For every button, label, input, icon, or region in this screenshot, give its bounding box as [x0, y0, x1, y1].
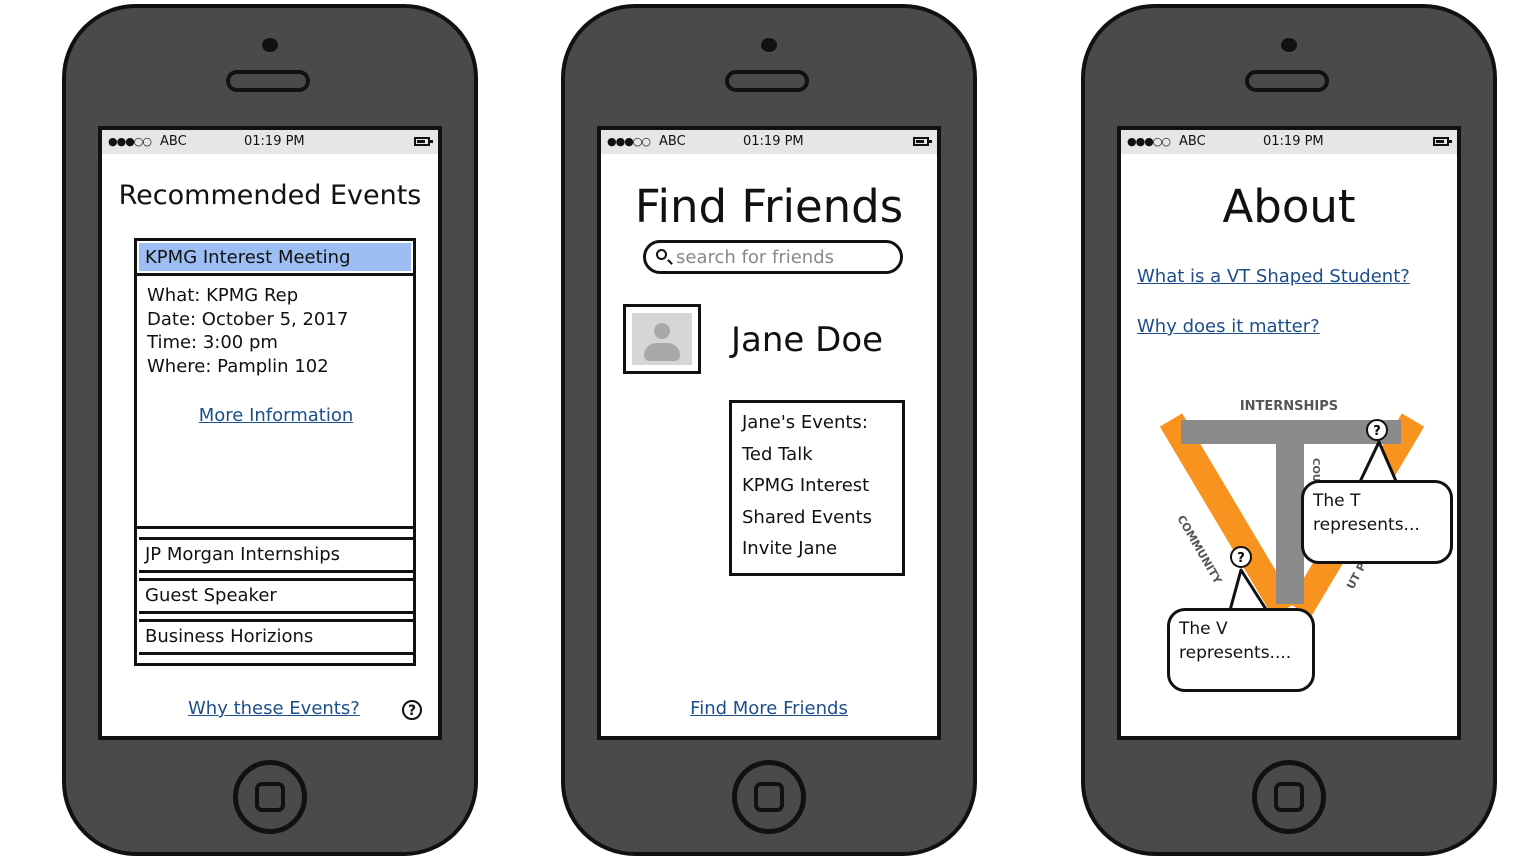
battery-icon: [414, 137, 433, 146]
carrier-label: ABC: [160, 134, 187, 149]
why-these-events-link[interactable]: Why these Events?: [188, 698, 360, 719]
carrier-label: ABC: [659, 134, 686, 149]
user-placeholder-icon: [632, 313, 692, 365]
status-bar: ●●●○○ ABC 01:19 PM: [102, 130, 438, 154]
friend-name: Jane Doe: [731, 320, 884, 360]
menu-item-invite-jane[interactable]: Invite Jane: [742, 533, 892, 565]
menu-item-ted-talk[interactable]: Ted Talk: [742, 439, 892, 471]
screen: ●●●○○ ABC 01:19 PM About What is a VT Sh…: [1117, 126, 1461, 740]
diagram-label-community: COMMUNITY: [1174, 513, 1224, 587]
phone-find-friends: ●●●○○ ABC 01:19 PM Find Friends Jane Doe…: [561, 4, 977, 856]
signal-icon: ●●●○○: [607, 135, 651, 148]
event-what: What: KPMG Rep: [147, 285, 299, 306]
avatar[interactable]: [623, 304, 701, 374]
home-square-icon: [255, 782, 285, 812]
speaker-slot: [725, 70, 809, 92]
search-input[interactable]: [676, 243, 896, 271]
event-detail-card: What: KPMG Rep Date: October 5, 2017 Tim…: [137, 273, 415, 529]
search-icon: [656, 249, 667, 260]
friend-events-heading: Jane's Events:: [742, 412, 868, 433]
speaker-slot: [226, 70, 310, 92]
phone-about: ●●●○○ ABC 01:19 PM About What is a VT Sh…: [1081, 4, 1497, 856]
event-item[interactable]: JP Morgan Internships: [139, 537, 413, 573]
svg-text:?: ?: [1237, 551, 1245, 566]
page-title: Recommended Events: [118, 180, 422, 211]
event-list: KPMG Interest Meeting What: KPMG Rep Dat…: [134, 238, 416, 666]
screen: ●●●○○ ABC 01:19 PM Find Friends Jane Doe…: [597, 126, 941, 740]
carrier-label: ABC: [1179, 134, 1206, 149]
menu-item-kpmg-interest[interactable]: KPMG Interest: [742, 470, 892, 502]
diagram-label-internships: INTERNSHIPS: [1240, 399, 1338, 414]
clock: 01:19 PM: [743, 134, 804, 149]
signal-icon: ●●●○○: [1127, 135, 1171, 148]
home-square-icon: [1274, 782, 1304, 812]
camera-dot: [262, 38, 278, 52]
screen: ●●●○○ ABC 01:19 PM Recommended Events KP…: [98, 126, 442, 740]
home-button[interactable]: [1252, 760, 1326, 834]
event-item-selected[interactable]: KPMG Interest Meeting: [139, 243, 411, 271]
diagram-label-utp: UT P: [1344, 560, 1369, 591]
search-box[interactable]: [643, 240, 903, 274]
page-title: About: [1222, 180, 1356, 233]
home-button[interactable]: [732, 760, 806, 834]
status-bar: ●●●○○ ABC 01:19 PM: [1121, 130, 1457, 154]
friend-events-menu: Jane's Events: Ted Talk KPMG Interest Sh…: [729, 400, 905, 576]
phone-recommended-events: ●●●○○ ABC 01:19 PM Recommended Events KP…: [62, 4, 478, 856]
t-stem: [1276, 444, 1304, 604]
battery-icon: [913, 137, 932, 146]
battery-icon: [1433, 137, 1452, 146]
menu-item-shared-events[interactable]: Shared Events: [742, 502, 892, 534]
help-icon[interactable]: ?: [402, 700, 422, 720]
signal-icon: ●●●○○: [108, 135, 152, 148]
clock: 01:19 PM: [1263, 134, 1324, 149]
svg-text:?: ?: [1373, 424, 1381, 439]
clock: 01:19 PM: [244, 134, 305, 149]
event-time: Time: 3:00 pm: [147, 332, 278, 353]
speaker-slot: [1245, 70, 1329, 92]
event-item[interactable]: Business Horizions: [139, 619, 413, 655]
event-where: Where: Pamplin 102: [147, 355, 329, 377]
home-square-icon: [754, 782, 784, 812]
t-explainer-bubble[interactable]: The T represents...: [1301, 480, 1453, 564]
status-bar: ●●●○○ ABC 01:19 PM: [601, 130, 937, 154]
event-item[interactable]: Guest Speaker: [139, 578, 413, 614]
camera-dot: [761, 38, 777, 52]
more-information-link[interactable]: More Information: [199, 405, 354, 426]
v-explainer-bubble[interactable]: The V represents....: [1167, 608, 1315, 692]
find-more-friends-link[interactable]: Find More Friends: [690, 698, 848, 719]
vt-shaped-student-link[interactable]: What is a VT Shaped Student?: [1137, 266, 1410, 287]
why-it-matters-link[interactable]: Why does it matter?: [1137, 316, 1320, 337]
home-button[interactable]: [233, 760, 307, 834]
event-date: Date: October 5, 2017: [147, 308, 349, 330]
camera-dot: [1281, 38, 1297, 52]
diagram-label-cou: COU: [1310, 458, 1321, 482]
page-title: Find Friends: [634, 180, 904, 233]
